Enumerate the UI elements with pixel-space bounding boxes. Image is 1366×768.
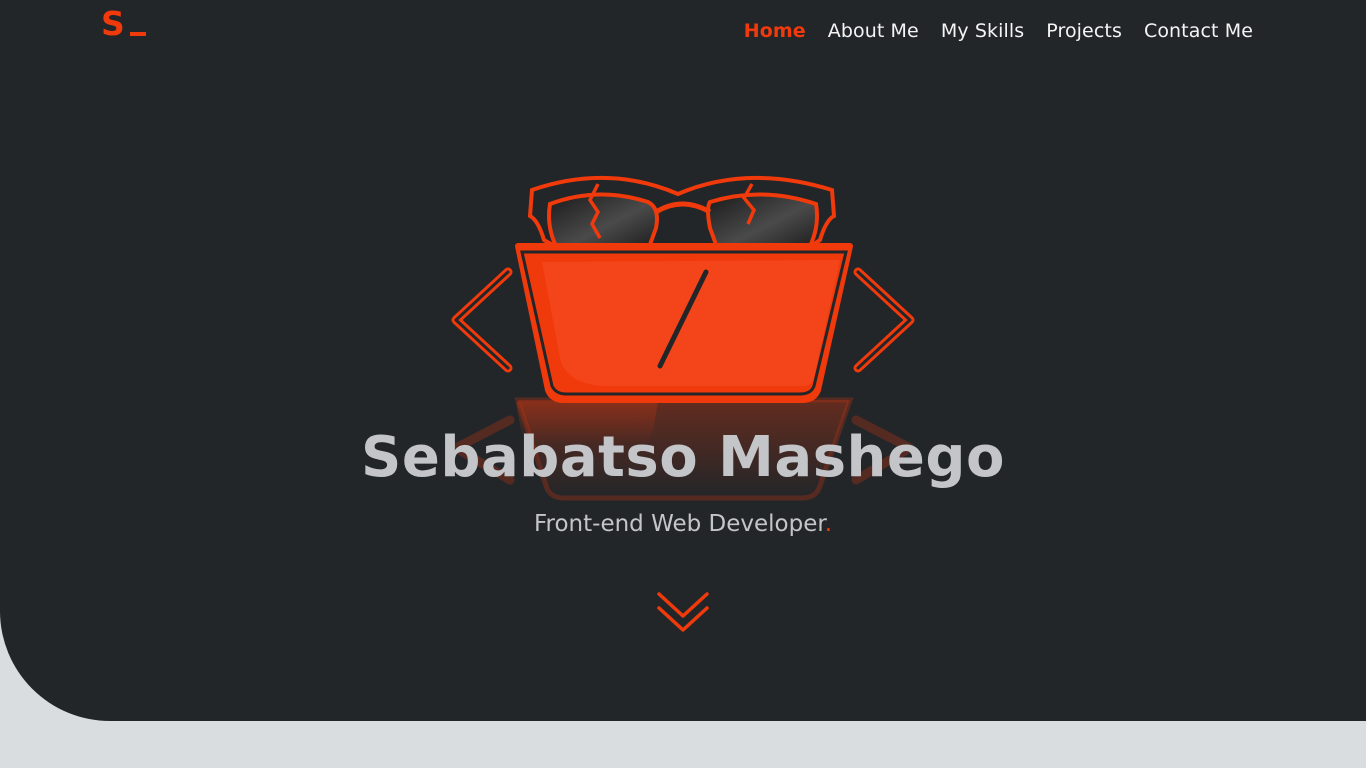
logo-letter: S xyxy=(101,4,125,43)
hero-role: Front-end Web Developer. xyxy=(0,508,1366,540)
hero-role-text: Front-end Web Developer xyxy=(533,511,825,537)
main-nav: Home About Me My Skills Projects Contact… xyxy=(733,18,1264,44)
scroll-down-button[interactable] xyxy=(655,590,711,636)
hero-role-dot: . xyxy=(824,511,833,537)
nav-link-projects[interactable]: Projects xyxy=(1035,18,1133,44)
nav-item-projects: Projects xyxy=(1035,18,1133,44)
nav-link-my-skills[interactable]: My Skills xyxy=(930,18,1035,44)
double-chevron-down-icon xyxy=(657,592,709,632)
nav-link-about-me[interactable]: About Me xyxy=(817,18,930,44)
nav-item-home: Home xyxy=(733,18,817,44)
nav-item-about: About Me xyxy=(817,18,930,44)
hero-name: Sebabatso Mashego xyxy=(361,425,1005,490)
nav-link-home[interactable]: Home xyxy=(733,18,817,44)
sunglasses xyxy=(527,175,837,252)
site-logo[interactable]: S xyxy=(101,4,147,43)
nav-link-contact-me[interactable]: Contact Me xyxy=(1133,18,1264,44)
nav-item-skills: My Skills xyxy=(930,18,1035,44)
hero-section: S Home About Me My Skills Projects Conta… xyxy=(0,0,1366,721)
nav-item-contact: Contact Me xyxy=(1133,18,1264,44)
logo-cursor-bar xyxy=(129,32,146,36)
